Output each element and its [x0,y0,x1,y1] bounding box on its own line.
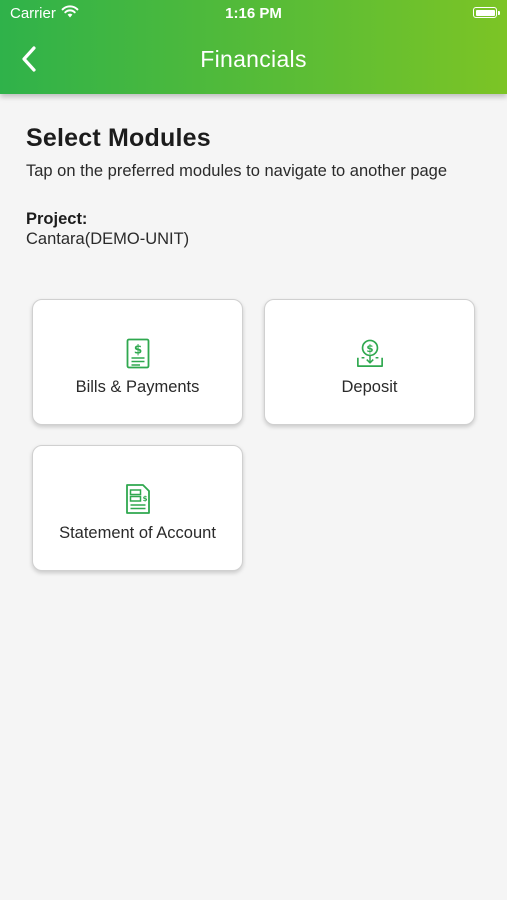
app-header: Carrier 1:16 PM Financials [0,0,507,94]
battery-icon [473,7,500,18]
svg-text:$: $ [142,495,147,503]
svg-text:$: $ [133,342,141,356]
page-header-title: Financials [200,46,307,72]
svg-text:$: $ [366,342,373,354]
bill-dollar-icon: $ [124,337,152,369]
status-time: 1:16 PM [225,5,282,22]
nav-bar: Financials [0,40,507,80]
module-label: Statement of Account [59,524,216,542]
module-label: Deposit [341,378,398,396]
deposit-icon: $ [356,337,384,369]
status-bar: Carrier 1:16 PM [0,0,507,28]
project-value: Cantara(DEMO-UNIT) [26,230,190,248]
statement-document-icon: $ [124,483,152,515]
module-label: Bills & Payments [75,378,200,396]
page-subtitle: Tap on the preferred modules to navigate… [26,162,448,180]
module-card-bills-payments[interactable]: $ Bills & Payments [32,299,243,425]
module-card-statement-of-account[interactable]: $ Statement of Account [32,445,243,571]
project-label: Project: [26,210,88,228]
page-title: Select Modules [26,124,211,152]
main-content: Select Modules Tap on the preferred modu… [26,124,486,249]
module-card-deposit[interactable]: $ Deposit [264,299,475,425]
